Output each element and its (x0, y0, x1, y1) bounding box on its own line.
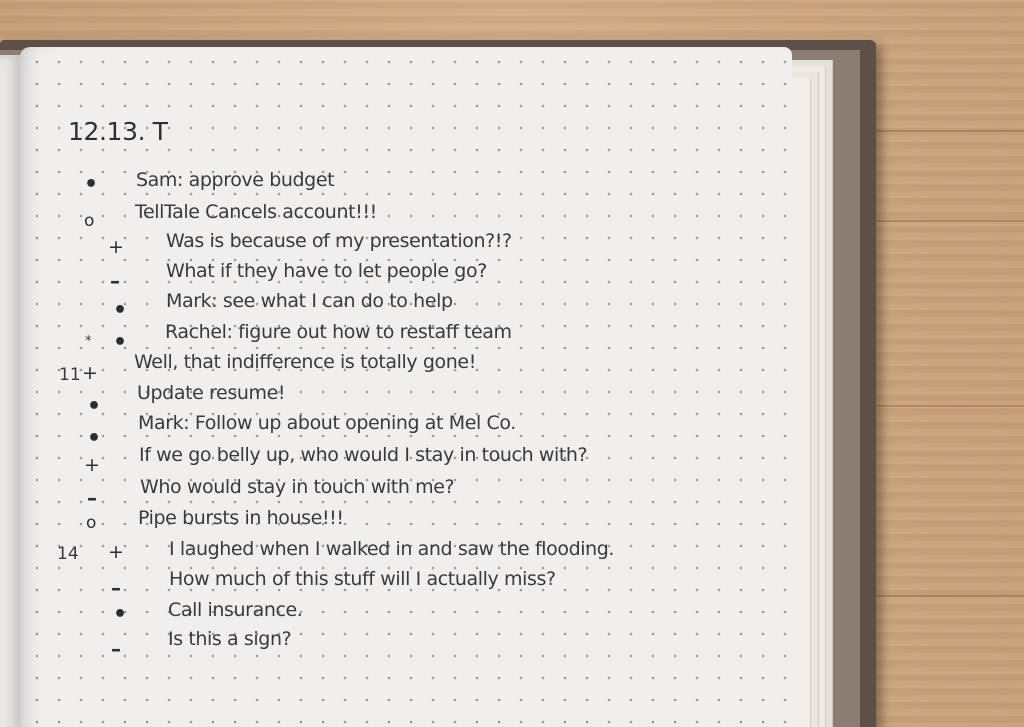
entry-text: Who would stay in touch with me? (140, 476, 455, 498)
entry-text: Rachel: figure out how to restaff team (165, 321, 512, 343)
entry-text: If we go belly up, who would I stay in t… (139, 444, 588, 466)
positive-note-bullet: + (108, 541, 124, 563)
journal-date-heading: 12.13. T (68, 117, 168, 146)
entry-text: Well, that indifference is totally gone! (134, 351, 476, 373)
event-bullet: o (84, 211, 95, 231)
task-bullet: • (113, 298, 128, 323)
left-page-edge (0, 55, 22, 727)
entry-text: I laughed when I walked in and saw the f… (169, 538, 615, 560)
dot-grid-page (20, 47, 792, 727)
wood-seam (876, 130, 1024, 132)
task-bullet: • (113, 330, 128, 355)
page-reference-signifier: 11 (59, 365, 81, 385)
entry-text: What if they have to let people go? (166, 260, 487, 282)
entry-text: Update resume! (137, 382, 286, 404)
positive-note-bullet: + (82, 362, 98, 384)
photo-scene: 12.13. T • Sam: approve budget o TellTal… (0, 0, 1024, 727)
task-bullet: • (84, 172, 99, 197)
task-bullet: • (113, 602, 128, 627)
positive-note-bullet: + (84, 454, 100, 476)
wood-seam (876, 595, 1024, 597)
negative-note-bullet: – (111, 637, 121, 661)
wood-seam (876, 405, 1024, 407)
entry-text: Was is because of my presentation?!? (166, 230, 512, 252)
positive-note-bullet: + (108, 236, 124, 258)
task-bullet: • (87, 394, 102, 419)
page-reference-signifier: 14 (57, 544, 79, 564)
event-bullet: o (86, 513, 97, 533)
task-bullet: • (87, 426, 102, 451)
entry-text: TellTale Cancels account!!! (135, 201, 377, 223)
negative-note-bullet: – (110, 269, 120, 293)
entry-text: Call insurance. (168, 599, 303, 621)
entry-text: Pipe bursts in house!!! (138, 507, 344, 529)
negative-note-bullet: – (111, 576, 121, 600)
entry-text: Mark: see what I can do to help (166, 290, 453, 312)
wood-seam (876, 220, 1024, 222)
priority-signifier: * (85, 334, 92, 349)
entry-text: Is this a sign? (168, 628, 292, 650)
entry-text: Sam: approve budget (136, 169, 335, 191)
entry-text: How much of this stuff will I actually m… (169, 568, 556, 590)
page-stack-edge (790, 78, 811, 727)
negative-note-bullet: – (87, 486, 97, 510)
entry-text: Mark: Follow up about opening at Mel Co. (138, 412, 516, 434)
